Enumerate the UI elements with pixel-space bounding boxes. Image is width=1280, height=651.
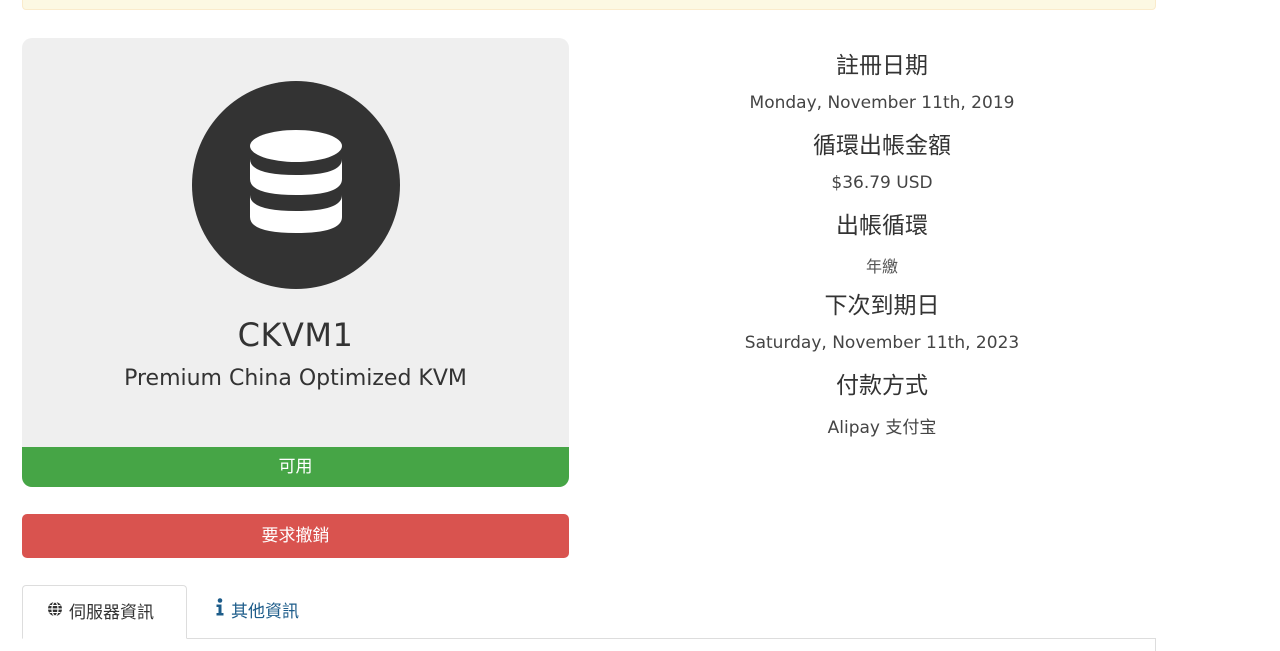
alert-banner (22, 0, 1156, 10)
product-name: CKVM1 (237, 316, 354, 354)
billing-cycle-label: 出帳循環 (836, 213, 928, 239)
tab-other-info[interactable]: 其他資訊 (215, 585, 299, 639)
tabs-divider (22, 638, 1156, 639)
status-badge: 可用 (22, 447, 569, 487)
globe-icon (47, 585, 63, 639)
tab-server-info-label: 伺服器資訊 (69, 603, 154, 623)
recurring-amount-label: 循環出帳金額 (813, 133, 951, 159)
payment-method-value: Alipay 支付宝 (827, 418, 937, 438)
product-description: Premium China Optimized KVM (124, 366, 467, 391)
product-tabs: 伺服器資訊 其他資訊 (22, 585, 1156, 651)
next-due-date-label: 下次到期日 (824, 293, 940, 319)
database-icon (250, 130, 342, 233)
next-due-date-value: Saturday, November 11th, 2023 (744, 333, 1020, 353)
tab-server-info[interactable]: 伺服器資訊 (22, 585, 187, 639)
tab-panel-border (1155, 638, 1156, 651)
tab-other-info-label: 其他資訊 (231, 602, 299, 622)
recurring-amount-value: $36.79 USD (831, 173, 933, 193)
registration-date-value: Monday, November 11th, 2019 (749, 93, 1015, 113)
billing-cycle-value: 年繳 (865, 257, 898, 276)
info-icon (215, 584, 225, 638)
product-icon-circle (192, 81, 400, 289)
request-cancellation-button[interactable]: 要求撤銷 (22, 514, 569, 558)
payment-method-label: 付款方式 (836, 373, 928, 399)
registration-date-label: 註冊日期 (836, 53, 928, 79)
product-card: CKVM1 Premium China Optimized KVM 可用 (22, 38, 569, 487)
